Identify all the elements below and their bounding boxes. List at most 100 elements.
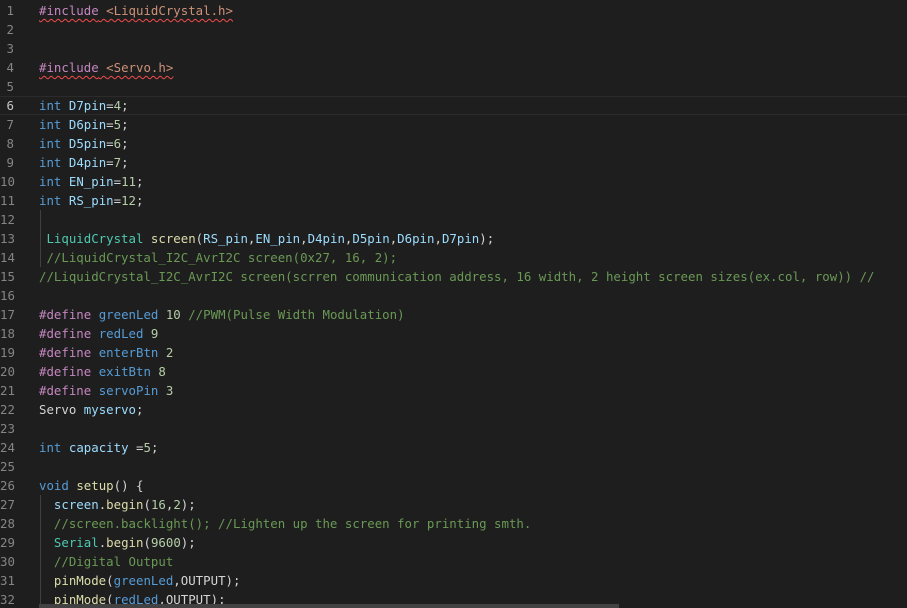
- code-line[interactable]: 3: [0, 39, 907, 58]
- horizontal-scrollbar[interactable]: [39, 604, 619, 608]
- line-number: 25: [0, 459, 15, 474]
- line-number: 11: [0, 193, 15, 208]
- line-number: 18: [0, 326, 15, 341]
- code-token: D6pin: [68, 117, 107, 132]
- line-number: 9: [6, 155, 14, 170]
- code-token: Serial: [53, 535, 99, 550]
- code-line[interactable]: 29 Serial.begin(9600);: [0, 533, 907, 552]
- code-text: int D7pin=4;: [39, 97, 129, 114]
- code-token: //PWM(Pulse Width Modulation): [180, 307, 405, 322]
- code-line[interactable]: 20 #define exitBtn 8: [0, 362, 907, 381]
- code-token: capacity: [68, 440, 129, 455]
- code-line[interactable]: 15 //LiquidCrystal_I2C_AvrI2C screen(scrr…: [0, 267, 907, 286]
- code-line[interactable]: 8 int D5pin=6;: [0, 134, 907, 153]
- code-token: ;: [136, 402, 144, 417]
- code-line[interactable]: 4 #include <Servo.h>: [0, 58, 907, 77]
- code-token: (: [106, 573, 114, 588]
- code-line[interactable]: 25: [0, 457, 907, 476]
- code-text: //Digital Output: [39, 552, 173, 571]
- code-token: //LiquidCrystal_I2C_AvrI2C screen(0x27, …: [39, 250, 398, 265]
- code-token: redLed: [98, 326, 144, 341]
- code-text: #include <LiquidCrystal.h>: [39, 1, 233, 20]
- code-line[interactable]: 5: [0, 77, 907, 96]
- line-number: 20: [0, 364, 15, 379]
- code-token: (: [143, 535, 151, 550]
- line-number: 28: [0, 516, 15, 531]
- code-line[interactable]: 28 //screen.backlight(); //Lighten up th…: [0, 514, 907, 533]
- code-text: #define redLed 9: [39, 324, 158, 343]
- code-line[interactable]: 24 int capacity =5;: [0, 438, 907, 457]
- code-text: #define servoPin 3: [39, 381, 173, 400]
- code-token: ,: [173, 573, 181, 588]
- code-token: RS_pin: [203, 231, 248, 246]
- code-token: //screen.backlight(); //Lighten up the s…: [53, 516, 532, 531]
- code-token: #include: [39, 60, 99, 75]
- code-line[interactable]: 12: [0, 210, 907, 229]
- code-line[interactable]: 21 #define servoPin 3: [0, 381, 907, 400]
- code-line[interactable]: 18 #define redLed 9: [0, 324, 907, 343]
- code-line[interactable]: 17 #define greenLed 10 //PWM(Pulse Width …: [0, 305, 907, 324]
- code-token: ;: [121, 117, 129, 132]
- code-line[interactable]: 14 //LiquidCrystal_I2C_AvrI2C screen(0x2…: [0, 248, 907, 267]
- code-token: );: [225, 573, 241, 588]
- code-token: 10: [165, 307, 181, 322]
- code-token: int: [39, 155, 62, 170]
- code-line[interactable]: 13 LiquidCrystal screen(RS_pin,EN_pin,D4…: [0, 229, 907, 248]
- code-line[interactable]: 9 int D4pin=7;: [0, 153, 907, 172]
- code-token: 8: [158, 364, 166, 379]
- code-line[interactable]: 30 //Digital Output: [0, 552, 907, 571]
- code-token: #define: [39, 345, 92, 360]
- code-token: 5: [113, 117, 122, 132]
- code-line[interactable]: 6 int D7pin=4;: [0, 96, 907, 115]
- code-line[interactable]: 22 Servo myservo;: [0, 400, 907, 419]
- code-editor[interactable]: 1 #include <LiquidCrystal.h> 2 3 4 #include <…: [0, 0, 907, 608]
- line-number: 32: [0, 592, 15, 607]
- code-token: ;: [121, 155, 129, 170]
- code-text: #define enterBtn 2: [39, 343, 173, 362]
- code-token: #define: [39, 307, 92, 322]
- line-number: 13: [0, 231, 15, 246]
- code-token: 4: [113, 98, 122, 113]
- code-token: myservo: [83, 402, 136, 417]
- code-line[interactable]: 23: [0, 419, 907, 438]
- code-line[interactable]: 2: [0, 20, 907, 39]
- code-line[interactable]: 10 int EN_pin=11;: [0, 172, 907, 191]
- code-token: ;: [136, 193, 144, 208]
- code-token: #define: [39, 364, 92, 379]
- code-token: void: [39, 478, 69, 493]
- code-text: int capacity =5;: [39, 438, 158, 457]
- code-text: Serial.begin(9600);: [39, 533, 196, 552]
- code-token: );: [180, 497, 196, 512]
- line-number: 31: [0, 573, 15, 588]
- code-token: 7: [113, 155, 122, 170]
- code-token: =: [106, 117, 114, 132]
- code-token: D4pin: [307, 231, 345, 246]
- code-line[interactable]: 16: [0, 286, 907, 305]
- code-line[interactable]: 31 pinMode(greenLed,OUTPUT);: [0, 571, 907, 590]
- code-line[interactable]: 7 int D6pin=5;: [0, 115, 907, 134]
- line-number: 14: [0, 250, 15, 265]
- code-token: ;: [136, 174, 144, 189]
- code-line[interactable]: 27 screen.begin(16,2);: [0, 495, 907, 514]
- code-token: int: [39, 117, 62, 132]
- code-text: int D6pin=5;: [39, 115, 129, 134]
- code-line[interactable]: 1 #include <LiquidCrystal.h>: [0, 1, 907, 20]
- code-token: screen: [150, 231, 196, 246]
- line-number: 23: [0, 421, 15, 436]
- code-line[interactable]: 26 void setup() {: [0, 476, 907, 495]
- code-line[interactable]: 11 int RS_pin=12;: [0, 191, 907, 210]
- code-token: int: [39, 174, 62, 189]
- code-line[interactable]: 19 #define enterBtn 2: [0, 343, 907, 362]
